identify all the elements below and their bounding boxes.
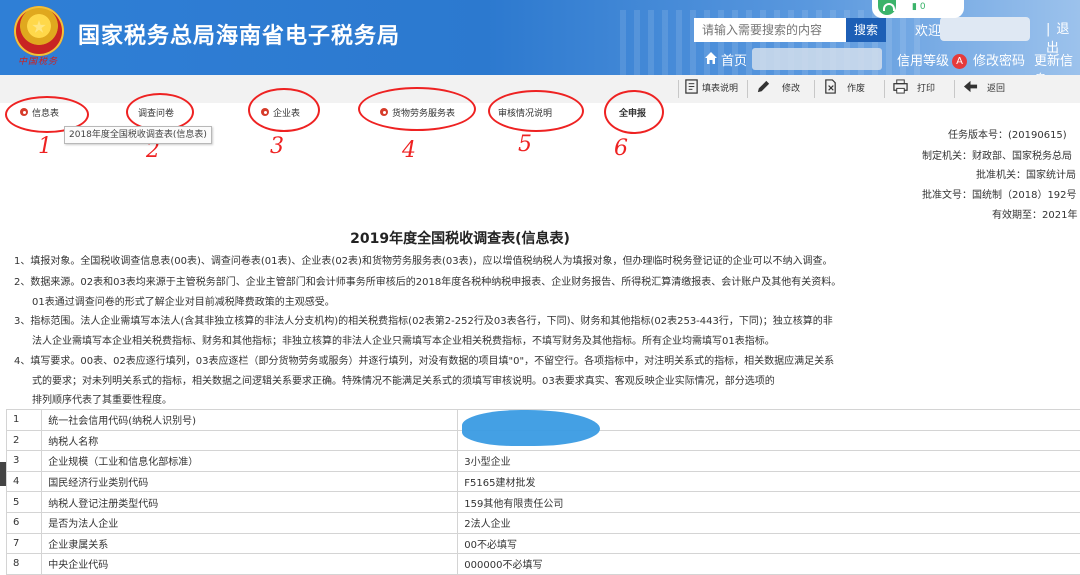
pencil-icon bbox=[754, 79, 773, 94]
field-label: 企业规模（工业和信息化部标准） bbox=[42, 451, 458, 472]
toolbar-divider bbox=[884, 80, 885, 98]
back-arrow-icon bbox=[963, 79, 978, 94]
document-icon bbox=[684, 79, 699, 94]
field-label: 中央企业代码 bbox=[42, 554, 458, 575]
annotation-number: 1 bbox=[38, 134, 52, 159]
toolbar-divider bbox=[678, 80, 679, 98]
instruction-line: 式的要求；对未列明关系式的指标，相关数据之间逻辑关系要求正确。特殊情况不能满足关… bbox=[32, 372, 775, 387]
side-handle[interactable] bbox=[0, 462, 6, 486]
seal-text: 中国税务 bbox=[18, 54, 58, 67]
void-button[interactable]: 作废 bbox=[823, 78, 865, 100]
void-document-icon bbox=[823, 79, 838, 94]
annotation-number: 3 bbox=[270, 134, 284, 159]
row-number: 8 bbox=[7, 554, 42, 575]
nav-update-info[interactable]: 更新信息 bbox=[1034, 50, 1080, 70]
site-title: 国家税务总局海南省电子税务局 bbox=[78, 18, 400, 50]
task-version: 任务版本号：(20190615) bbox=[948, 126, 1067, 141]
printer-icon bbox=[893, 79, 908, 94]
row-number: 7 bbox=[7, 533, 42, 554]
print-button[interactable]: 打印 bbox=[893, 78, 935, 100]
toolbar-divider bbox=[814, 80, 815, 98]
back-button[interactable]: 返回 bbox=[963, 78, 1005, 100]
home-icon[interactable] bbox=[704, 51, 718, 65]
field-label: 企业隶属关系 bbox=[42, 533, 458, 554]
search-input[interactable] bbox=[694, 18, 846, 42]
table-row: 3 企业规模（工业和信息化部标准） 3小型企业 bbox=[7, 451, 1080, 472]
table-row: 6 是否为法人企业 2法人企业 bbox=[7, 512, 1080, 533]
table-row: 7 企业隶属关系 00不必填写 bbox=[7, 533, 1080, 554]
field-value[interactable]: 2法人企业 bbox=[458, 512, 1080, 533]
tax-emblem-icon bbox=[14, 6, 64, 56]
annotation-number: 6 bbox=[614, 136, 628, 161]
field-label: 国民经济行业类别代码 bbox=[42, 471, 458, 492]
field-value[interactable]: 00不必填写 bbox=[458, 533, 1080, 554]
annotation-oval bbox=[488, 90, 584, 132]
nav-home[interactable]: 首页 bbox=[721, 50, 747, 70]
field-label: 纳税人名称 bbox=[42, 430, 458, 451]
field-value[interactable]: 159其他有限责任公司 bbox=[458, 492, 1080, 513]
table-row: 8 中央企业代码 000000不必填写 bbox=[7, 554, 1080, 575]
annotation-oval bbox=[248, 88, 320, 132]
row-number: 2 bbox=[7, 430, 42, 451]
valid-until: 有效期至：2021年 bbox=[992, 206, 1077, 221]
credit-badge: A bbox=[952, 54, 967, 69]
redacted-nav-area bbox=[752, 48, 882, 70]
row-number: 4 bbox=[7, 471, 42, 492]
instruction-line: 3、指标范围。法人企业需填写本法人(含其非独立核算的非法人分支机构)的相关税费指… bbox=[14, 312, 833, 327]
tab-tooltip: 2018年度全国税收调查表(信息表) bbox=[64, 126, 212, 144]
redacted-username bbox=[940, 17, 1030, 41]
table-row: 5 纳税人登记注册类型代码 159其他有限责任公司 bbox=[7, 492, 1080, 513]
field-value[interactable]: 3小型企业 bbox=[458, 451, 1080, 472]
instruction-line: 排列顺序代表了其重要性程度。 bbox=[32, 391, 172, 406]
form-title: 2019年度全国税收调查表(信息表) bbox=[0, 228, 920, 248]
field-value[interactable]: F5165建材批发 bbox=[458, 471, 1080, 492]
annotation-oval bbox=[604, 90, 664, 134]
search-button[interactable]: 搜索 bbox=[846, 18, 886, 42]
instruction-line: 4、填写要求。00表、02表应逐行填列，03表应逐栏（即分货物劳务或服务）并逐行… bbox=[14, 352, 834, 367]
toolbar-divider bbox=[954, 80, 955, 98]
battery-indicator: ▮ 0 bbox=[912, 2, 926, 12]
row-number: 5 bbox=[7, 492, 42, 513]
table-row: 4 国民经济行业类别代码 F5165建材批发 bbox=[7, 471, 1080, 492]
field-label: 纳税人登记注册类型代码 bbox=[42, 492, 458, 513]
instruction-line: 2、数据来源。02表和03表均来源于主管税务部门、企业主管部门和会计师事务所审核… bbox=[14, 273, 841, 288]
fill-instructions-button[interactable]: 填表说明 bbox=[684, 78, 738, 100]
toolbar-divider bbox=[747, 80, 748, 98]
nav-credit-level[interactable]: 信用等级A bbox=[897, 50, 967, 70]
annotation-oval bbox=[358, 87, 476, 131]
redaction-scribble bbox=[462, 410, 600, 446]
field-label: 统一社会信用代码(纳税人识别号) bbox=[42, 410, 458, 431]
row-number: 6 bbox=[7, 512, 42, 533]
issuing-authority: 制定机关：财政部、国家税务总局 bbox=[922, 147, 1072, 162]
edit-button[interactable]: 修改 bbox=[754, 78, 800, 100]
annotation-number: 4 bbox=[402, 138, 416, 163]
annotation-number: 5 bbox=[518, 132, 532, 157]
field-label: 是否为法人企业 bbox=[42, 512, 458, 533]
nav-change-password[interactable]: 修改密码 bbox=[973, 50, 1025, 70]
approval-number: 批准文号：国统制（2018）192号 bbox=[922, 186, 1077, 201]
row-number: 3 bbox=[7, 451, 42, 472]
approving-authority: 批准机关：国家统计局 bbox=[976, 166, 1076, 181]
field-value[interactable]: 000000不必填写 bbox=[458, 554, 1080, 575]
instruction-line: 1、填报对象。全国税收调查信息表(00表)、调查问卷表(01表)、企业表(02表… bbox=[14, 252, 832, 267]
instruction-line: 法人企业需填写本企业相关税费指标、财务和其他指标；非独立核算的非法人企业只需填写… bbox=[32, 332, 775, 347]
instruction-line: 01表通过调查问卷的形式了解企业对目前减税降费政策的主观感受。 bbox=[32, 293, 335, 308]
row-number: 1 bbox=[7, 410, 42, 431]
